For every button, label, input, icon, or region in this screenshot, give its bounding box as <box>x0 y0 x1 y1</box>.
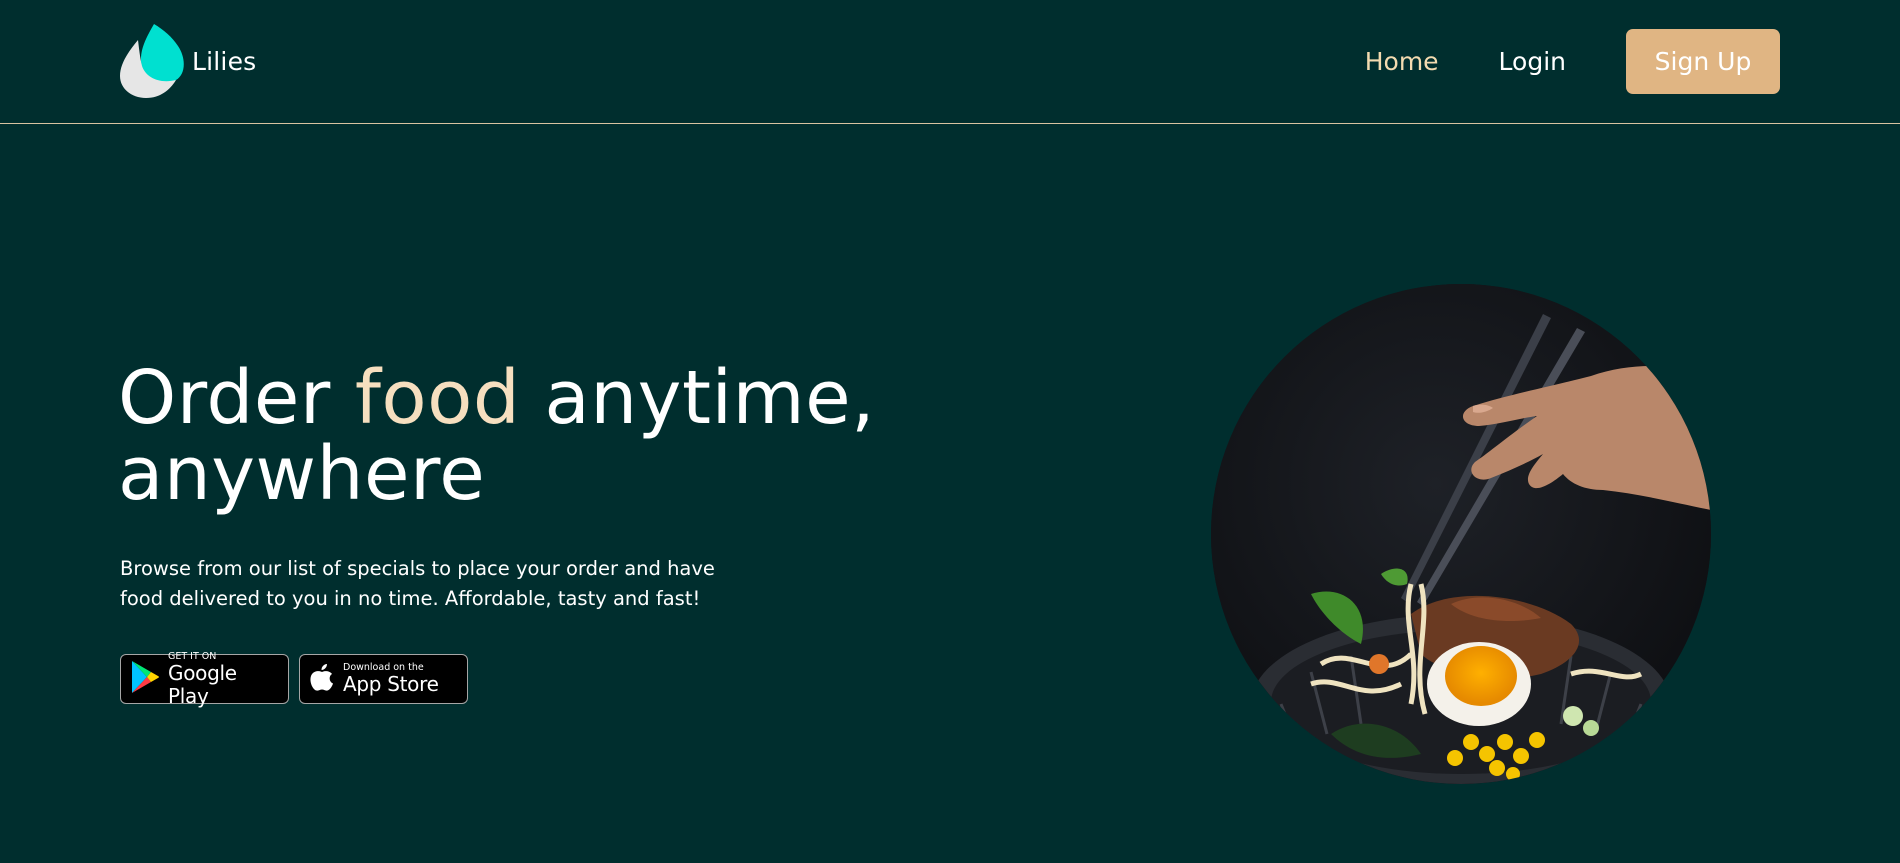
landing-page: Lilies Home Login Sign Up Order food any… <box>0 0 1900 863</box>
site-header: Lilies Home Login Sign Up <box>0 0 1900 124</box>
google-play-icon <box>130 660 160 698</box>
main-nav: Home Login Sign Up <box>1365 29 1780 94</box>
app-store-text: Download on the App Store <box>343 662 439 696</box>
signup-button[interactable]: Sign Up <box>1626 29 1780 94</box>
leaf-drop-logo-icon <box>120 24 184 98</box>
app-store-badge[interactable]: Download on the App Store <box>299 654 468 704</box>
brand-name: Lilies <box>192 46 257 76</box>
google-play-badge[interactable]: GET IT ON Google Play <box>120 651 289 707</box>
ramen-bowl-photo <box>1211 284 1711 784</box>
app-store-large-text: App Store <box>343 672 439 696</box>
brand[interactable]: Lilies <box>120 24 256 98</box>
hero-title-before: Order <box>118 355 355 441</box>
google-play-large-text: Google Play <box>168 660 237 708</box>
hero-title-line2: anywhere <box>118 431 486 517</box>
hero-description: Browse from our list of specials to plac… <box>120 557 715 610</box>
google-play-text: GET IT ON Google Play <box>168 651 280 708</box>
hero-title-after: anytime, <box>520 355 876 441</box>
hero-title: Order food anytime, anywhere <box>118 360 918 512</box>
google-play-small-text: GET IT ON <box>168 650 217 662</box>
apple-icon <box>309 662 335 696</box>
hero-title-accent: food <box>354 355 521 441</box>
nav-home-link[interactable]: Home <box>1365 47 1439 76</box>
store-badges: GET IT ON Google Play Download on the Ap… <box>120 651 478 707</box>
nav-login-link[interactable]: Login <box>1499 47 1566 76</box>
